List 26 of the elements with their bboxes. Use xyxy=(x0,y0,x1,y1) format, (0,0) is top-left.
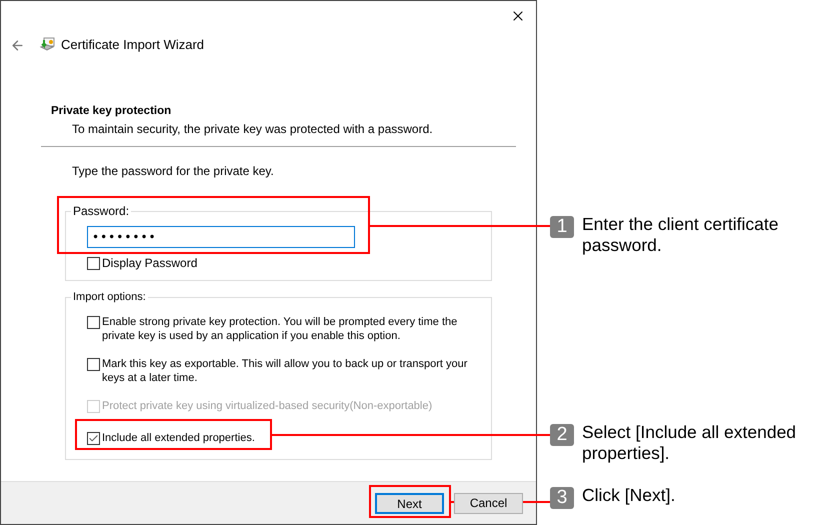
window-title: Certificate Import Wizard xyxy=(61,36,204,54)
checkbox[interactable] xyxy=(87,432,100,445)
instruction-text: Type the password for the private key. xyxy=(71,164,275,178)
checkbox[interactable] xyxy=(87,358,100,371)
checkbox[interactable] xyxy=(87,316,100,329)
checkbox-label: Display Password xyxy=(102,256,198,270)
step-number: 1 xyxy=(550,216,574,238)
step-text: Click [Next]. xyxy=(582,485,676,506)
password-field[interactable]: •••••••• xyxy=(87,226,355,248)
section-title: Private key protection xyxy=(51,104,172,118)
checkbox-label: Include all extended properties. xyxy=(102,431,255,445)
group-label: Import options: xyxy=(71,290,148,304)
dialog-button[interactable]: Next xyxy=(375,492,444,514)
checkbox[interactable] xyxy=(87,257,100,270)
checkbox-label: Mark this key as exportable. This will allow you to back up or transport your keys at a later time. xyxy=(102,357,468,385)
certificate-icon xyxy=(39,37,55,53)
section-subtitle: To maintain security, the private key was protected with a password. xyxy=(71,122,434,136)
checkbox-label: Enable strong private key protection. You will be prompted every time the private key is used by an application if you enable this option. xyxy=(102,315,458,343)
checkbox-label: Protect private key using virtualized-based security(Non-exportable) xyxy=(102,399,432,413)
step-text: Enter the client certificate password. xyxy=(582,214,780,256)
step-text: Select [Include all extended properties]. xyxy=(582,422,798,464)
dialog-button[interactable]: Cancel xyxy=(454,492,523,514)
check-icon xyxy=(88,433,99,444)
group-label: Password: xyxy=(71,204,132,218)
step-number: 2 xyxy=(550,424,574,446)
step-number: 3 xyxy=(550,487,574,509)
